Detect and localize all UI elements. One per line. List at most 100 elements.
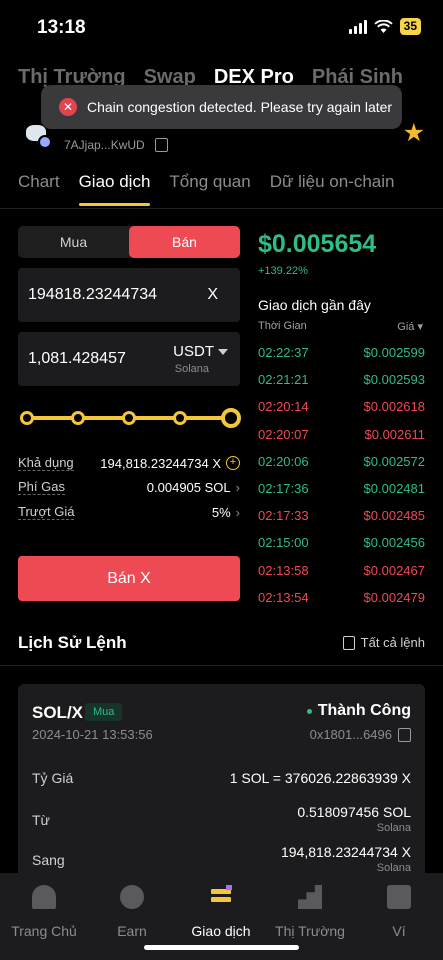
trade-price: $0.002481 bbox=[363, 481, 425, 497]
gas-label: Phí Gas bbox=[18, 479, 65, 495]
trade-row: 02:20:14 $0.002618 bbox=[258, 393, 425, 420]
trade-price: $0.002599 bbox=[363, 345, 425, 361]
amount-value: 194818.23244734 bbox=[28, 286, 158, 303]
nav-earn[interactable]: Earn bbox=[88, 873, 176, 939]
gas-value: 0.004905 SOL bbox=[146, 479, 231, 495]
favorite-star-icon[interactable]: ★ bbox=[403, 118, 425, 148]
trade-row: 02:15:00 $0.002456 bbox=[258, 529, 425, 556]
bottom-nav: Trang Chủ Earn Giao dịch Thị Trường Ví bbox=[0, 873, 443, 960]
nav-label: Ví bbox=[392, 923, 406, 939]
buy-toggle[interactable]: Mua bbox=[18, 226, 129, 258]
document-icon bbox=[342, 635, 355, 650]
order-date: 2024-10-21 13:53:56 bbox=[32, 727, 153, 742]
trade-time: 02:17:33 bbox=[258, 508, 309, 524]
slider-stop-75[interactable] bbox=[173, 411, 187, 425]
copy-icon[interactable] bbox=[398, 727, 411, 742]
to-label: Sang bbox=[32, 852, 65, 868]
total-network: Solana bbox=[174, 363, 209, 375]
rate-label: Tỷ Giá bbox=[32, 770, 74, 786]
trade-row: 02:22:37 $0.002599 bbox=[258, 339, 425, 366]
amount-slider[interactable] bbox=[20, 408, 241, 428]
recent-trades-list: 02:22:37 $0.002599 02:21:21 $0.002593 02:20:… bbox=[258, 339, 425, 611]
time-header: Thời Gian bbox=[258, 320, 307, 332]
current-price: $0.005654 bbox=[258, 230, 377, 258]
nav-market[interactable]: Thị Trường bbox=[266, 873, 354, 939]
signal-icon bbox=[348, 19, 367, 34]
trade-price: $0.002618 bbox=[363, 399, 425, 415]
tab-tong-quan[interactable]: Tổng quan bbox=[169, 172, 250, 192]
sell-button[interactable]: Bán X bbox=[18, 556, 240, 601]
slider-handle[interactable] bbox=[221, 408, 241, 428]
error-icon: ✕ bbox=[59, 98, 77, 116]
order-status: Thành Công bbox=[306, 702, 411, 720]
plus-icon[interactable]: + bbox=[226, 456, 240, 470]
trade-row: 02:13:58 $0.002467 bbox=[258, 557, 425, 584]
trade-row: 02:20:06 $0.002572 bbox=[258, 448, 425, 475]
slider-stop-25[interactable] bbox=[71, 411, 85, 425]
slippage-label: Trượt Giá bbox=[18, 504, 75, 520]
status-time: 13:18 bbox=[37, 17, 86, 38]
trade-row: 02:17:33 $0.002485 bbox=[258, 502, 425, 529]
order-hash: 0x1801...6496 bbox=[310, 727, 411, 742]
home-indicator[interactable] bbox=[144, 945, 299, 950]
trade-price: $0.002479 bbox=[363, 589, 425, 605]
nav-home[interactable]: Trang Chủ bbox=[0, 873, 88, 939]
nav-trade[interactable]: Giao dịch bbox=[177, 873, 265, 939]
buy-sell-toggle: Mua Bán bbox=[18, 226, 240, 258]
total-input[interactable]: 1,081.428457 USDT Solana bbox=[18, 332, 240, 386]
trade-time: 02:20:06 bbox=[258, 453, 309, 469]
trade-time: 02:22:37 bbox=[258, 345, 309, 361]
trade-time: 02:17:36 bbox=[258, 481, 309, 497]
sell-toggle[interactable]: Bán bbox=[129, 226, 240, 258]
sub-tabs: Chart Giao dịch Tổng quan Dữ liệu on-cha… bbox=[18, 172, 395, 206]
tab-du-lieu-on-chain[interactable]: Dữ liệu on-chain bbox=[270, 172, 395, 192]
all-orders-link[interactable]: Tất cả lệnh bbox=[342, 635, 425, 650]
trade-price: $0.002611 bbox=[364, 426, 426, 442]
trade-row: 02:13:54 $0.002479 bbox=[258, 584, 425, 611]
slider-stop-50[interactable] bbox=[122, 411, 136, 425]
slippage-value: 5% bbox=[211, 504, 231, 520]
slider-stop-0[interactable] bbox=[20, 411, 34, 425]
available-label: Khả dụng bbox=[18, 455, 74, 471]
available-value: 194,818.23244734 X bbox=[100, 455, 221, 471]
tab-giao-dich[interactable]: Giao dịch bbox=[78, 172, 150, 206]
trade-price: $0.002485 bbox=[363, 508, 425, 524]
trade-row: 02:20:07 $0.002611 bbox=[258, 421, 425, 448]
gas-row[interactable]: Phí Gas 0.004905 SOL › bbox=[18, 479, 240, 495]
amount-input[interactable]: 194818.23244734 X bbox=[18, 268, 240, 322]
nav-wallet[interactable]: Ví bbox=[355, 873, 443, 939]
wifi-icon bbox=[373, 19, 393, 33]
slippage-row[interactable]: Trượt Giá 5% › bbox=[18, 504, 240, 520]
status-bar: 13:18 35 bbox=[0, 0, 443, 56]
trade-time: 02:21:21 bbox=[258, 372, 309, 388]
total-unit-label: USDT bbox=[173, 343, 214, 360]
order-side-badge: Mua bbox=[85, 703, 123, 721]
home-icon bbox=[32, 885, 56, 909]
nav-label: Thị Trường bbox=[275, 923, 345, 939]
trade-time: 02:20:07 bbox=[258, 426, 309, 442]
toast-message: Chain congestion detected. Please try ag… bbox=[87, 99, 393, 115]
from-network: Solana bbox=[376, 822, 411, 834]
chevron-right-icon: › bbox=[235, 479, 240, 495]
tab-chart[interactable]: Chart bbox=[18, 172, 60, 192]
price-header[interactable]: Giá ▾ bbox=[397, 320, 423, 333]
price-change: +139.22% bbox=[258, 265, 308, 277]
trade-row: 02:17:36 $0.002481 bbox=[258, 475, 425, 502]
wallet-icon bbox=[387, 885, 411, 909]
status-dot-icon bbox=[306, 708, 312, 714]
from-label: Từ bbox=[32, 812, 50, 828]
chevron-right-icon: › bbox=[235, 504, 240, 520]
to-value: 194,818.23244734 X bbox=[280, 844, 411, 860]
total-value: 1,081.428457 bbox=[28, 350, 126, 367]
total-unit-select[interactable]: USDT bbox=[173, 343, 228, 360]
divider bbox=[0, 665, 443, 666]
nav-label: Trang Chủ bbox=[11, 923, 77, 939]
order-status-label: Thành Công bbox=[317, 702, 411, 719]
amount-unit: X bbox=[207, 286, 218, 303]
order-pair: SOL/X bbox=[32, 703, 84, 722]
trade-price: $0.002572 bbox=[363, 453, 425, 469]
copy-icon[interactable] bbox=[154, 138, 168, 152]
market-chart-icon bbox=[298, 885, 322, 909]
trade-price: $0.002467 bbox=[363, 562, 425, 578]
order-card[interactable]: SOL/X Mua Thành Công 2024-10-21 13:53:56… bbox=[18, 684, 425, 884]
